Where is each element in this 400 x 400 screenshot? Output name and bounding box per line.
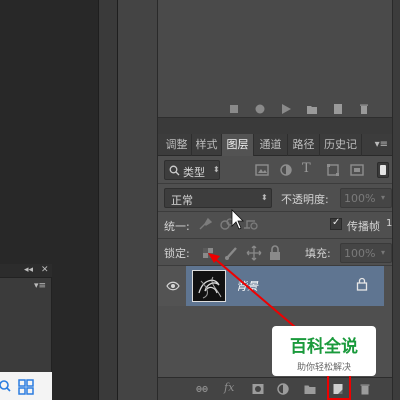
filter-type-label: 类型 [183,166,205,179]
unify-position-icon[interactable] [197,216,213,232]
lock-transparent-pixels-icon[interactable] [202,247,214,259]
mini-panel: ◂◂ ✕ ▾≡ [0,264,52,400]
folder-icon[interactable] [306,103,318,115]
tab-adjustments[interactable]: 调整 [162,134,192,156]
new-layer-highlight [327,374,351,400]
lock-position-icon[interactable] [246,245,262,261]
divider [158,238,392,239]
unify-label: 统一: [164,220,190,233]
visibility-column [158,266,186,306]
panel-divider[interactable] [98,0,118,400]
checkmark-icon: ✓ [332,217,341,228]
opacity-value: 100% [344,192,376,205]
watermark-badge: 百科全说 助你轻松解决 [272,326,376,376]
shape-filter-icon[interactable] [326,163,340,177]
unify-visibility-icon[interactable] [218,216,236,232]
layer-style-icon[interactable]: fx [224,381,234,394]
lock-icon [356,277,368,291]
unify-style-icon[interactable] [242,216,260,232]
adjustment-filter-icon[interactable] [279,163,293,177]
trash-icon[interactable] [358,103,370,115]
opacity-input[interactable]: 100% ▾ [340,188,392,208]
opacity-label: 不透明度: [281,193,329,206]
panel-menu-icon[interactable]: ▾≡ [375,139,388,150]
search-icon[interactable] [0,379,12,393]
propagate-frame-checkbox[interactable]: ✓ [330,217,342,230]
eye-icon[interactable] [166,281,180,291]
tab-styles[interactable]: 样式 [192,134,222,156]
record-icon[interactable] [254,103,266,115]
right-edge-strip [392,0,400,400]
play-icon[interactable] [280,103,292,115]
dropdown-icon: ⬍ [213,165,220,174]
filter-type-select[interactable]: 类型 ⬍ [164,160,220,180]
divider [158,211,392,212]
watermark-subtitle: 助你轻松解决 [296,363,351,373]
smart-object-filter-icon[interactable] [350,163,364,177]
lock-label: 锁定: [164,247,190,260]
tab-channels[interactable]: 通道 [254,134,288,156]
new-action-icon[interactable] [332,103,344,115]
layer-thumbnail-image [198,276,222,299]
tab-paths[interactable]: 路径 [288,134,320,156]
blend-mode-select[interactable]: 正常 ⬍ [164,188,272,208]
fill-input[interactable]: 100% ▾ [340,243,392,263]
layer-thumbnail[interactable] [192,270,226,302]
propagate-frame-label: 传播帧 [347,220,380,233]
mini-panel-footer [0,372,52,400]
filter-toggle[interactable] [377,162,389,178]
panel-tabbar: 调整 样式 图层 通道 路径 历史记 ▾≡ [158,134,392,156]
new-group-icon[interactable] [304,383,316,395]
delete-layer-icon[interactable] [359,383,371,395]
lock-all-icon[interactable] [268,245,282,261]
add-mask-icon[interactable] [252,383,264,395]
watermark-title: 百科全说 [290,337,358,357]
blend-mode-value: 正常 [171,194,193,207]
fill-value: 100% [344,247,376,260]
tab-history[interactable]: 历史记 [320,134,362,156]
dropdown-icon: ⬍ [261,193,268,202]
divider [158,183,392,184]
search-icon [169,165,180,176]
upper-panel [158,0,392,118]
collapsed-panel-strip [118,0,158,400]
canvas-area[interactable] [0,0,98,264]
propagate-frame-count: 1 [386,218,393,229]
tab-layers[interactable]: 图层 [222,134,254,156]
text-filter-icon[interactable]: T [302,161,311,176]
link-layers-icon[interactable] [196,383,208,395]
grid-icon[interactable] [18,379,34,395]
close-icon[interactable]: ✕ [41,265,49,275]
adjustment-layer-icon[interactable] [277,383,289,395]
fill-label: 填充: [305,247,331,260]
panel-gap [158,118,392,134]
collapse-icon[interactable]: ◂◂ [24,265,33,275]
layer-name[interactable]: 背景 [236,278,258,294]
panel-menu-icon[interactable]: ▾≡ [34,281,46,291]
mini-panel-titlebar: ◂◂ ✕ [0,264,52,278]
stop-icon[interactable] [228,103,240,115]
dropdown-icon: ▾ [381,193,386,202]
dropdown-icon: ▾ [381,248,386,257]
upper-panel-toolbar [158,100,392,118]
layers-bottom-toolbar: fx [158,377,392,400]
image-filter-icon[interactable] [255,163,269,177]
layer-row[interactable]: 背景 [158,266,384,306]
lock-image-pixels-icon[interactable] [224,245,240,261]
